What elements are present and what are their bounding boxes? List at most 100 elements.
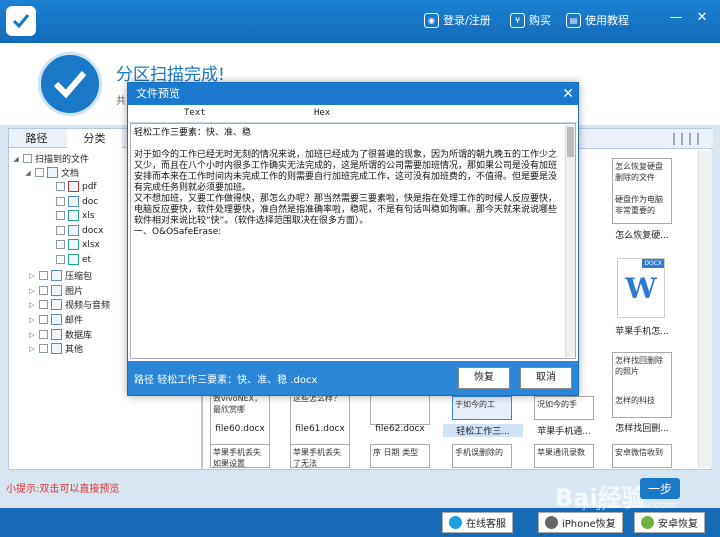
- file-thumbnail[interactable]: 这些怎么样？: [290, 390, 350, 450]
- checkbox[interactable]: [39, 330, 48, 339]
- file-thumbnail[interactable]: 序 日期 类型: [370, 444, 430, 468]
- preview-scrollbar[interactable]: [565, 125, 575, 357]
- pdf-icon: [68, 181, 79, 192]
- file-thumbnail[interactable]: 苹果通讯录数: [534, 444, 594, 468]
- toolbar-separator: [697, 133, 699, 145]
- checkbox[interactable]: [39, 315, 48, 324]
- user-icon: ◉: [424, 13, 439, 28]
- yen-icon: ¥: [510, 13, 525, 28]
- video-icon: [51, 299, 62, 310]
- iphone-recovery-button[interactable]: iPhone恢复: [538, 512, 623, 533]
- checkbox[interactable]: [56, 211, 65, 220]
- checkbox[interactable]: [39, 344, 48, 353]
- tree-item-doc[interactable]: doc: [56, 196, 98, 207]
- chat-icon: [449, 516, 462, 529]
- tree-item-other[interactable]: ▷ 其他: [28, 342, 83, 355]
- checkbox[interactable]: [56, 182, 65, 191]
- buy-button[interactable]: ¥ 购买: [510, 12, 551, 28]
- preview-content[interactable]: 轻松工作三要素：快、准、稳 对于如今的工作已经无时无刻的情况来说，加班已经成为了…: [130, 123, 576, 359]
- grid-scrollbar[interactable]: [698, 150, 712, 468]
- expand-icon[interactable]: ▷: [28, 345, 36, 353]
- file-label-selected[interactable]: 轻松工作三...: [443, 424, 523, 437]
- image-icon: [51, 285, 62, 296]
- excel-icon: [68, 210, 79, 221]
- file-thumbnail[interactable]: 安卓微信收到: [612, 444, 672, 468]
- tab-path[interactable]: 路径: [9, 129, 64, 148]
- file-thumbnail-selected[interactable]: 于如今的工: [452, 396, 512, 420]
- file-thumbnail[interactable]: 苹果手机丢失了无法: [290, 444, 350, 468]
- word-icon: [68, 196, 79, 207]
- path-label: 路径: [134, 375, 154, 386]
- cancel-button[interactable]: 取消: [520, 367, 572, 389]
- tab-text[interactable]: Text: [184, 108, 206, 118]
- app-logo: [6, 6, 36, 36]
- checkbox[interactable]: [56, 240, 65, 249]
- dialog-close-button[interactable]: ✕: [562, 83, 574, 105]
- tutorial-button[interactable]: ▤ 使用教程: [566, 12, 629, 28]
- thumb-text: 怎样找回删除的照片: [615, 355, 669, 377]
- login-button[interactable]: ◉ 登录/注册: [424, 12, 491, 28]
- minimize-button[interactable]: —: [668, 10, 684, 25]
- collapse-icon[interactable]: ◢: [24, 169, 32, 177]
- checkbox[interactable]: [39, 271, 48, 280]
- expand-icon[interactable]: ▷: [28, 287, 36, 295]
- tree-root[interactable]: ◢ 扫描到的文件: [12, 152, 89, 165]
- tree-item-xlsx[interactable]: xlsx: [56, 239, 100, 250]
- file-thumbnail[interactable]: 苹果手机丢失如果设置: [210, 444, 270, 468]
- expand-icon[interactable]: ▷: [28, 316, 36, 324]
- tab-category[interactable]: 分类: [67, 129, 122, 148]
- thumb-text: 怎样的科技: [615, 395, 669, 406]
- android-recovery-button[interactable]: 安卓恢复: [634, 512, 705, 533]
- checkbox[interactable]: [39, 300, 48, 309]
- file-label[interactable]: file62.docx: [360, 424, 440, 434]
- book-icon: ▤: [566, 13, 581, 28]
- file-label[interactable]: file61.docx: [280, 424, 360, 434]
- archive-icon: [51, 270, 62, 281]
- more-icon: [51, 343, 62, 354]
- tree-item-database[interactable]: ▷ 数据库: [28, 328, 92, 341]
- expand-icon[interactable]: ▷: [28, 331, 36, 339]
- tree-item-archive[interactable]: ▷ 压缩包: [28, 269, 92, 282]
- file-label[interactable]: 苹果手机怎...: [602, 324, 682, 337]
- file-thumbnail[interactable]: 况如今的手: [534, 396, 594, 420]
- online-support-button[interactable]: 在线客服: [442, 512, 513, 533]
- database-icon: [51, 329, 62, 340]
- doc-paragraph: 一、O&OSafeErase:: [134, 227, 572, 238]
- restore-button[interactable]: 恢复: [458, 367, 510, 389]
- file-label[interactable]: 怎样找回删...: [602, 421, 682, 434]
- tree-item-xls[interactable]: xls: [56, 210, 95, 221]
- checkbox[interactable]: [56, 197, 65, 206]
- close-window-button[interactable]: ✕: [694, 10, 710, 25]
- checkbox[interactable]: [35, 168, 44, 177]
- file-label[interactable]: 怎么恢复硬...: [602, 228, 682, 241]
- docx-file-icon[interactable]: W DOCX: [617, 258, 665, 318]
- checkbox[interactable]: [56, 255, 65, 264]
- tree-item-mail[interactable]: ▷ 邮件: [28, 313, 83, 326]
- checkbox[interactable]: [56, 226, 65, 235]
- tab-hex[interactable]: Hex: [314, 108, 330, 118]
- file-label[interactable]: file60.docx: [200, 424, 280, 434]
- collapse-icon[interactable]: ◢: [12, 155, 20, 163]
- expand-icon[interactable]: ▷: [28, 272, 36, 280]
- checkbox[interactable]: [39, 286, 48, 295]
- tree-item-docx[interactable]: docx: [56, 225, 104, 236]
- path-value: 轻松工作三要素：快、准、稳: [157, 375, 287, 386]
- file-thumbnail[interactable]: 怎么恢复硬盘删除的文件 硬盘作为电脑非常重要的: [612, 158, 672, 224]
- file-thumbnail[interactable]: 手机误删除的: [452, 444, 512, 468]
- tree-item-docs[interactable]: ◢ 文档: [24, 166, 79, 179]
- doc-paragraph: 对于如今的工作已经无时无刻的情况来说，加班已经成为了很普遍的现象，因为所谓的朝九…: [134, 150, 572, 194]
- tree-item-et[interactable]: et: [56, 254, 91, 265]
- tree-item-images[interactable]: ▷ 图片: [28, 284, 83, 297]
- file-label[interactable]: 苹果手机通...: [524, 424, 604, 437]
- tree-item-pdf[interactable]: pdf: [56, 181, 97, 192]
- checkbox[interactable]: [23, 154, 32, 163]
- scroll-thumb[interactable]: [567, 127, 574, 157]
- expand-icon[interactable]: ▷: [28, 301, 36, 309]
- document-icon: [47, 167, 58, 178]
- file-thumbnail[interactable]: 致vivoNEX，最欣赏哪: [210, 390, 270, 450]
- tree-item-media[interactable]: ▷ 视频与音频: [28, 298, 110, 311]
- spreadsheet-icon: [68, 254, 79, 265]
- file-thumbnail[interactable]: 怎样找回删除的照片 怎样的科技: [612, 352, 672, 418]
- next-step-button[interactable]: 一步: [640, 478, 680, 499]
- watermark-url: jingyan.baidu.com: [583, 500, 675, 511]
